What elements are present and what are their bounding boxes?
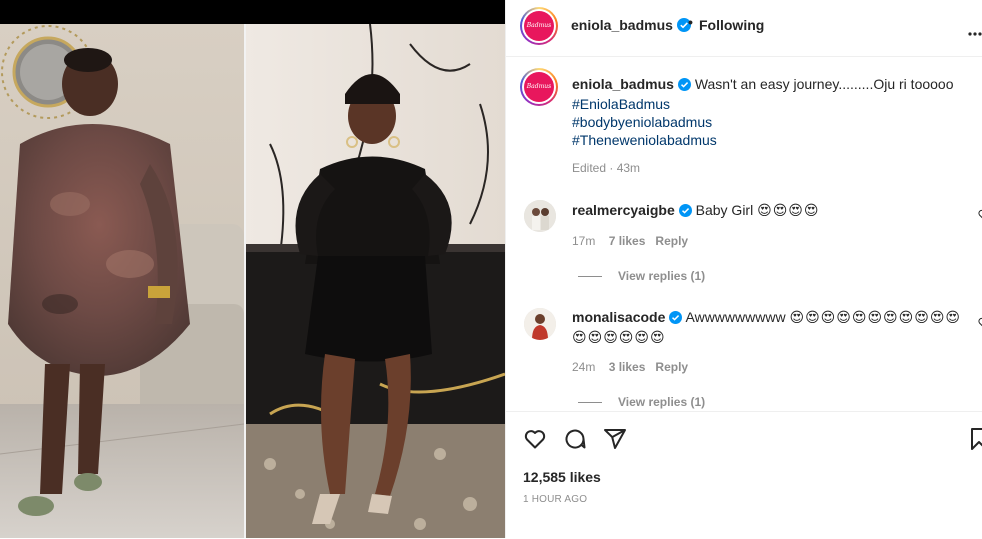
comment-text: Awwwwwwwww (685, 309, 786, 325)
following-button[interactable]: Following (699, 17, 764, 33)
comment-meta: 17m 7 likes Reply (572, 234, 688, 248)
view-replies-label: View replies (1) (618, 395, 706, 409)
comment-text: Baby Girl (695, 202, 754, 218)
comment-time: 24m (572, 360, 596, 374)
avatar-logo-text: Badmus (524, 72, 554, 102)
likes-count[interactable]: 12,585 likes (523, 469, 601, 485)
post-image (0, 24, 505, 538)
view-replies-button[interactable]: View replies (1) (578, 269, 705, 283)
verified-badge-icon (669, 310, 683, 328)
comment-like-icon[interactable] (978, 208, 982, 226)
follow-separator: • (688, 14, 693, 30)
verified-badge-icon (678, 203, 692, 221)
more-options-icon[interactable] (968, 23, 982, 41)
bookmark-icon[interactable] (969, 427, 982, 456)
author-name-row: eniola_badmus (571, 17, 691, 37)
comment-like-icon[interactable] (978, 316, 982, 334)
commenter-username[interactable]: monalisacode (572, 309, 665, 325)
post-actions: 12,585 likes 1 HOUR AGO (506, 411, 982, 539)
comment-icon[interactable] (563, 427, 587, 456)
view-replies-button[interactable]: View replies (1) (578, 395, 705, 409)
photo-top-bar (0, 0, 505, 24)
comment-likes[interactable]: 3 likes (609, 360, 646, 374)
post-header: Badmus eniola_badmus • Following (506, 0, 982, 57)
commenter-avatar[interactable] (524, 308, 556, 340)
post-photo[interactable] (0, 24, 505, 538)
post-caption: eniola_badmus Wasn't an easy journey....… (572, 75, 972, 149)
hashtag-link[interactable]: #Theneweniolabadmus (572, 131, 972, 149)
commenter-avatar[interactable] (524, 200, 556, 232)
comment-meta: 24m 3 likes Reply (572, 360, 688, 374)
post-timestamp: 1 HOUR AGO (523, 494, 588, 505)
post-detail-panel: Badmus eniola_badmus • Following Badmus … (505, 0, 982, 538)
caption-edited-time: Edited · 43m (572, 161, 641, 175)
caption-username[interactable]: eniola_badmus (572, 76, 674, 92)
hashtag-link[interactable]: #bodybyeniolabadmus (572, 113, 972, 131)
reply-button[interactable]: Reply (655, 360, 688, 374)
caption-text: Wasn't an easy journey.........Oju ri to… (694, 76, 954, 92)
author-username[interactable]: eniola_badmus (571, 17, 673, 33)
comment-time: 17m (572, 234, 596, 248)
caption-author-avatar[interactable]: Badmus (520, 68, 558, 106)
comment-likes[interactable]: 7 likes (609, 234, 646, 248)
hashtag-link[interactable]: #EniolaBadmus (572, 95, 972, 113)
share-icon[interactable] (603, 427, 627, 456)
comment-emojis: 😍😍😍😍 (757, 203, 820, 219)
avatar-logo-text: Badmus (524, 11, 554, 41)
reply-button[interactable]: Reply (655, 234, 688, 248)
author-avatar[interactable]: Badmus (520, 7, 558, 45)
heart-icon[interactable] (523, 427, 547, 456)
view-replies-label: View replies (1) (618, 269, 706, 283)
commenter-username[interactable]: realmercyaigbe (572, 202, 675, 218)
verified-badge-icon (677, 77, 691, 95)
